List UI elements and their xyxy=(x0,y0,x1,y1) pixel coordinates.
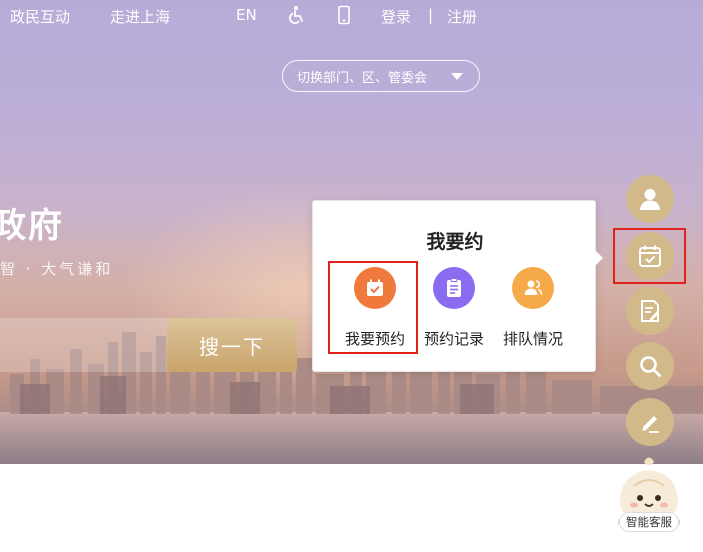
feedback-button[interactable] xyxy=(626,398,674,446)
mobile-icon[interactable] xyxy=(334,5,354,25)
clipboard-list-icon xyxy=(433,267,475,309)
search-icon xyxy=(640,356,661,377)
highlight-box-make-appointment xyxy=(328,261,418,354)
top-navigation: 政民互动 走进上海 EN 登录 | 注册 xyxy=(0,0,703,32)
consultation-button[interactable] xyxy=(626,287,674,335)
users-icon xyxy=(512,267,554,309)
popup-pointer xyxy=(595,250,603,266)
register-link[interactable]: 注册 xyxy=(447,6,477,27)
document-edit-icon xyxy=(641,300,659,322)
option-label: 排队情况 xyxy=(502,330,563,348)
search-button[interactable]: 搜一下 xyxy=(167,318,297,372)
nav-separator: | xyxy=(428,6,434,24)
language-switch-link[interactable]: EN xyxy=(236,6,257,24)
search-input[interactable] xyxy=(0,318,168,372)
option-queue-status[interactable]: 排队情况 xyxy=(493,267,573,349)
chatbot-label[interactable]: 智能客服 xyxy=(619,512,679,532)
nav-link-interaction[interactable]: 政民互动 xyxy=(10,6,70,27)
department-switch-dropdown[interactable]: 切换部门、区、管委会 xyxy=(282,60,480,92)
caret-down-icon xyxy=(451,73,463,80)
nav-link-explore-shanghai[interactable]: 走进上海 xyxy=(110,6,170,27)
option-appointment-records[interactable]: 预约记录 xyxy=(414,267,494,349)
accessibility-icon[interactable] xyxy=(286,5,306,25)
popup-title: 我要约 xyxy=(426,231,484,253)
search-float-button[interactable] xyxy=(626,342,674,390)
user-center-button[interactable] xyxy=(626,175,674,223)
hero-title: 政府 xyxy=(0,206,64,246)
hero-slogan: 智 · 大气谦和 xyxy=(0,260,114,278)
highlight-box-appointment xyxy=(613,228,686,284)
login-link[interactable]: 登录 xyxy=(381,6,411,27)
department-switch-label: 切换部门、区、管委会 xyxy=(297,70,428,86)
user-icon xyxy=(640,189,660,210)
option-label: 预约记录 xyxy=(423,330,484,348)
pencil-icon xyxy=(642,416,659,433)
